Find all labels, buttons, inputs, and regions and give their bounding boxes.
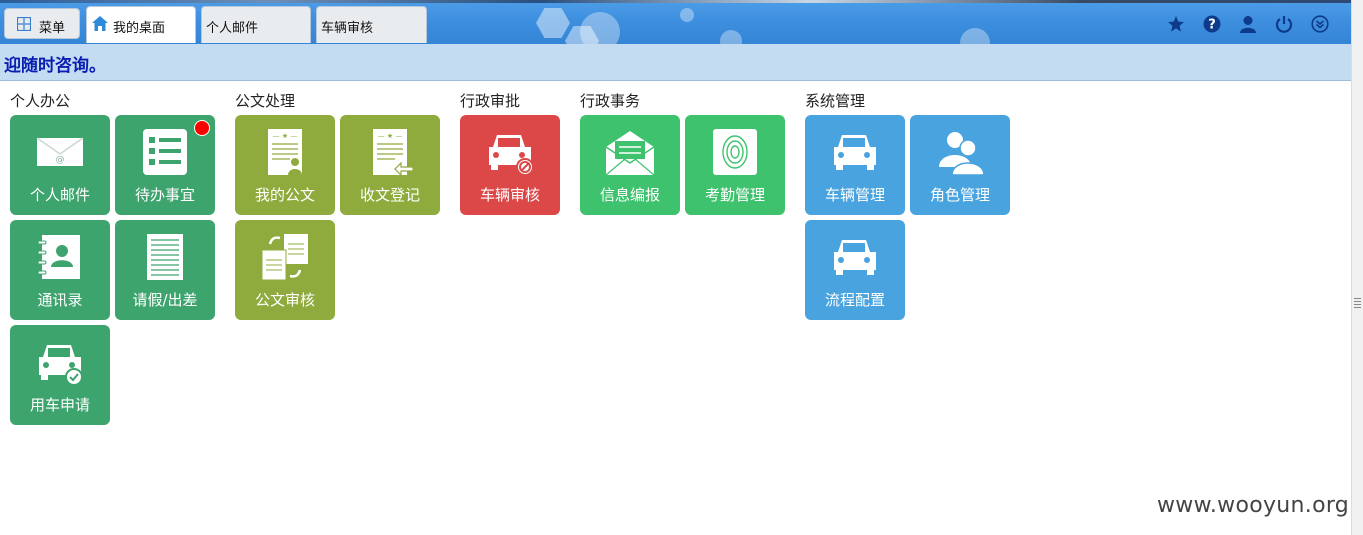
tile-flow-config-label: 流程配置 <box>824 291 885 309</box>
power-icon[interactable] <box>1275 15 1293 33</box>
tile-role-mgmt[interactable]: 角色管理 <box>910 115 1010 215</box>
document-exchange-icon <box>261 234 308 281</box>
tab-mail-label: 个人邮件 <box>206 21 259 36</box>
tile-mail-label: 个人邮件 <box>29 186 90 204</box>
document-person-icon: — ★ — <box>268 129 302 175</box>
svg-text:— ★ —: — ★ — <box>273 132 298 140</box>
group-title-personal: 个人办公 <box>10 92 71 110</box>
grid-icon <box>17 17 31 31</box>
car-blocked-icon <box>489 135 534 176</box>
tile-info-report[interactable]: 信息编报 <box>580 115 680 215</box>
tab-menu-label: 菜单 <box>39 21 66 36</box>
decor-bubble <box>720 30 742 44</box>
tab-vehicle-review[interactable]: 车辆审核 <box>316 6 427 43</box>
top-bar: 菜单 我的桌面 个人邮件 车辆审核 ? <box>0 0 1351 44</box>
tile-my-docs-label: 我的公文 <box>254 186 315 204</box>
help-icon[interactable]: ? <box>1203 15 1221 33</box>
users-icon <box>939 132 985 176</box>
tab-menu[interactable]: 菜单 <box>4 8 80 39</box>
star-icon[interactable] <box>1167 15 1185 33</box>
checklist-icon <box>143 129 187 175</box>
tile-doc-register[interactable]: — ★ — 收文登记 <box>340 115 440 215</box>
decor-hexagon <box>536 8 570 38</box>
watermark: www.wooyun.org <box>1157 493 1350 518</box>
tile-my-docs[interactable]: — ★ — 我的公文 <box>235 115 335 215</box>
tile-vehicle-review[interactable]: 车辆审核 <box>460 115 560 215</box>
group-title-admin-affairs: 行政事务 <box>580 92 641 110</box>
fingerprint-icon <box>713 129 757 175</box>
tile-doc-register-label: 收文登记 <box>359 186 420 204</box>
tile-car-request-label: 用车申请 <box>29 396 90 414</box>
home-icon <box>92 16 108 31</box>
tile-flow-config[interactable]: 流程配置 <box>805 220 905 320</box>
notice-bar: 迎随时咨询。 <box>0 44 1351 81</box>
document-list-icon <box>147 234 183 280</box>
scrollbar-grip[interactable] <box>1354 298 1361 308</box>
tile-contacts[interactable]: 通讯录 <box>10 220 110 320</box>
tile-vehicle-mgmt-label: 车辆管理 <box>824 186 885 204</box>
tile-vehicle-mgmt[interactable]: 车辆管理 <box>805 115 905 215</box>
car-icon <box>834 240 876 275</box>
collapse-icon[interactable] <box>1311 15 1329 33</box>
car-icon <box>834 135 876 170</box>
tile-leave-label: 请假/出差 <box>132 291 198 309</box>
svg-text:?: ? <box>1208 18 1216 33</box>
tile-car-request[interactable]: 用车申请 <box>10 325 110 425</box>
notice-text: 迎随时咨询。 <box>4 56 106 76</box>
notification-badge <box>194 120 210 136</box>
tab-vehicle-review-label: 车辆审核 <box>321 21 374 36</box>
vertical-scrollbar[interactable] <box>1351 0 1363 535</box>
tile-attendance[interactable]: 考勤管理 <box>685 115 785 215</box>
tile-todo[interactable]: 待办事宜 <box>115 115 215 215</box>
top-right-toolbar: ? <box>1167 15 1329 33</box>
tab-desktop[interactable]: 我的桌面 <box>86 6 196 43</box>
tile-doc-review-label: 公文审核 <box>254 291 315 309</box>
tab-desktop-label: 我的桌面 <box>113 21 166 36</box>
tab-mail[interactable]: 个人邮件 <box>201 6 311 43</box>
user-icon[interactable] <box>1239 15 1257 33</box>
group-title-system: 系统管理 <box>805 92 866 110</box>
tile-role-mgmt-label: 角色管理 <box>929 186 990 204</box>
document-inbox-icon: — ★ — <box>373 129 414 177</box>
group-title-admin-approval: 行政审批 <box>460 92 521 110</box>
header-photo-strip <box>0 0 1351 3</box>
tile-contacts-label: 通讯录 <box>37 291 83 309</box>
tile-doc-review[interactable]: 公文审核 <box>235 220 335 320</box>
tile-todo-label: 待办事宜 <box>134 186 195 204</box>
tile-leave[interactable]: 请假/出差 <box>115 220 215 320</box>
tile-vehicle-review-label: 车辆审核 <box>479 186 540 204</box>
envelope-icon: @ <box>36 137 84 166</box>
car-check-icon <box>39 345 83 386</box>
tile-attendance-label: 考勤管理 <box>704 186 765 204</box>
svg-text:@: @ <box>56 155 65 165</box>
decor-bubble <box>960 28 990 44</box>
decor-bubble <box>680 8 694 22</box>
svg-text:— ★ —: — ★ — <box>378 132 403 140</box>
tile-mail[interactable]: @ 个人邮件 <box>10 115 110 215</box>
group-title-document: 公文处理 <box>235 92 296 110</box>
open-envelope-icon <box>605 131 655 176</box>
address-book-icon <box>37 235 80 279</box>
tile-info-report-label: 信息编报 <box>599 186 660 204</box>
